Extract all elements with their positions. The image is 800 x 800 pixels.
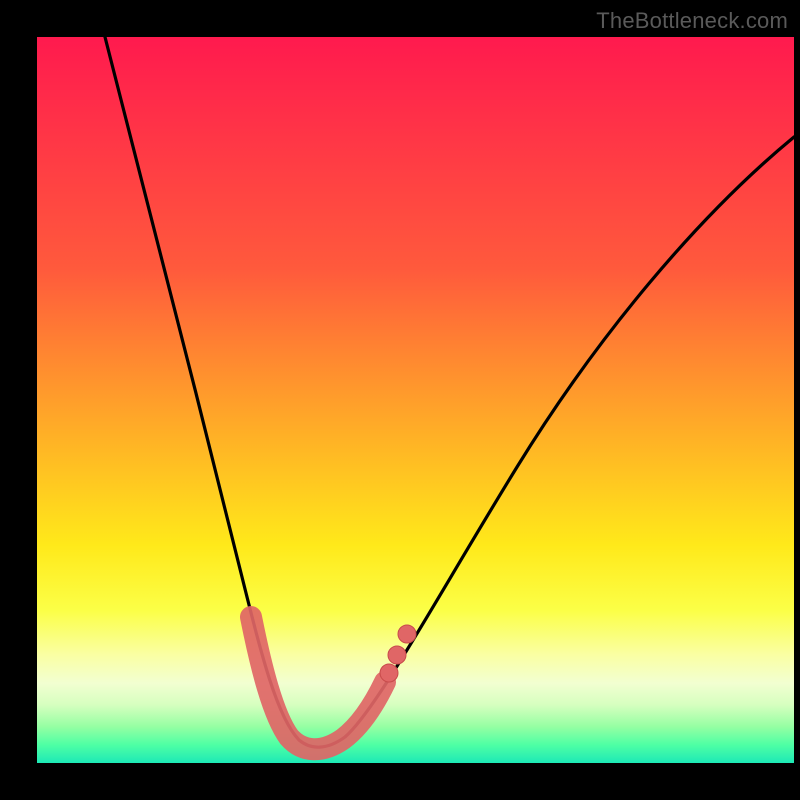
highlight-dots xyxy=(380,625,416,682)
highlight-segment xyxy=(251,617,385,749)
bottleneck-curve-svg xyxy=(37,37,794,763)
bottleneck-curve-path xyxy=(105,37,794,747)
watermark-text: TheBottleneck.com xyxy=(596,8,788,34)
plot-area xyxy=(37,37,794,763)
outer-frame: TheBottleneck.com xyxy=(0,0,800,800)
